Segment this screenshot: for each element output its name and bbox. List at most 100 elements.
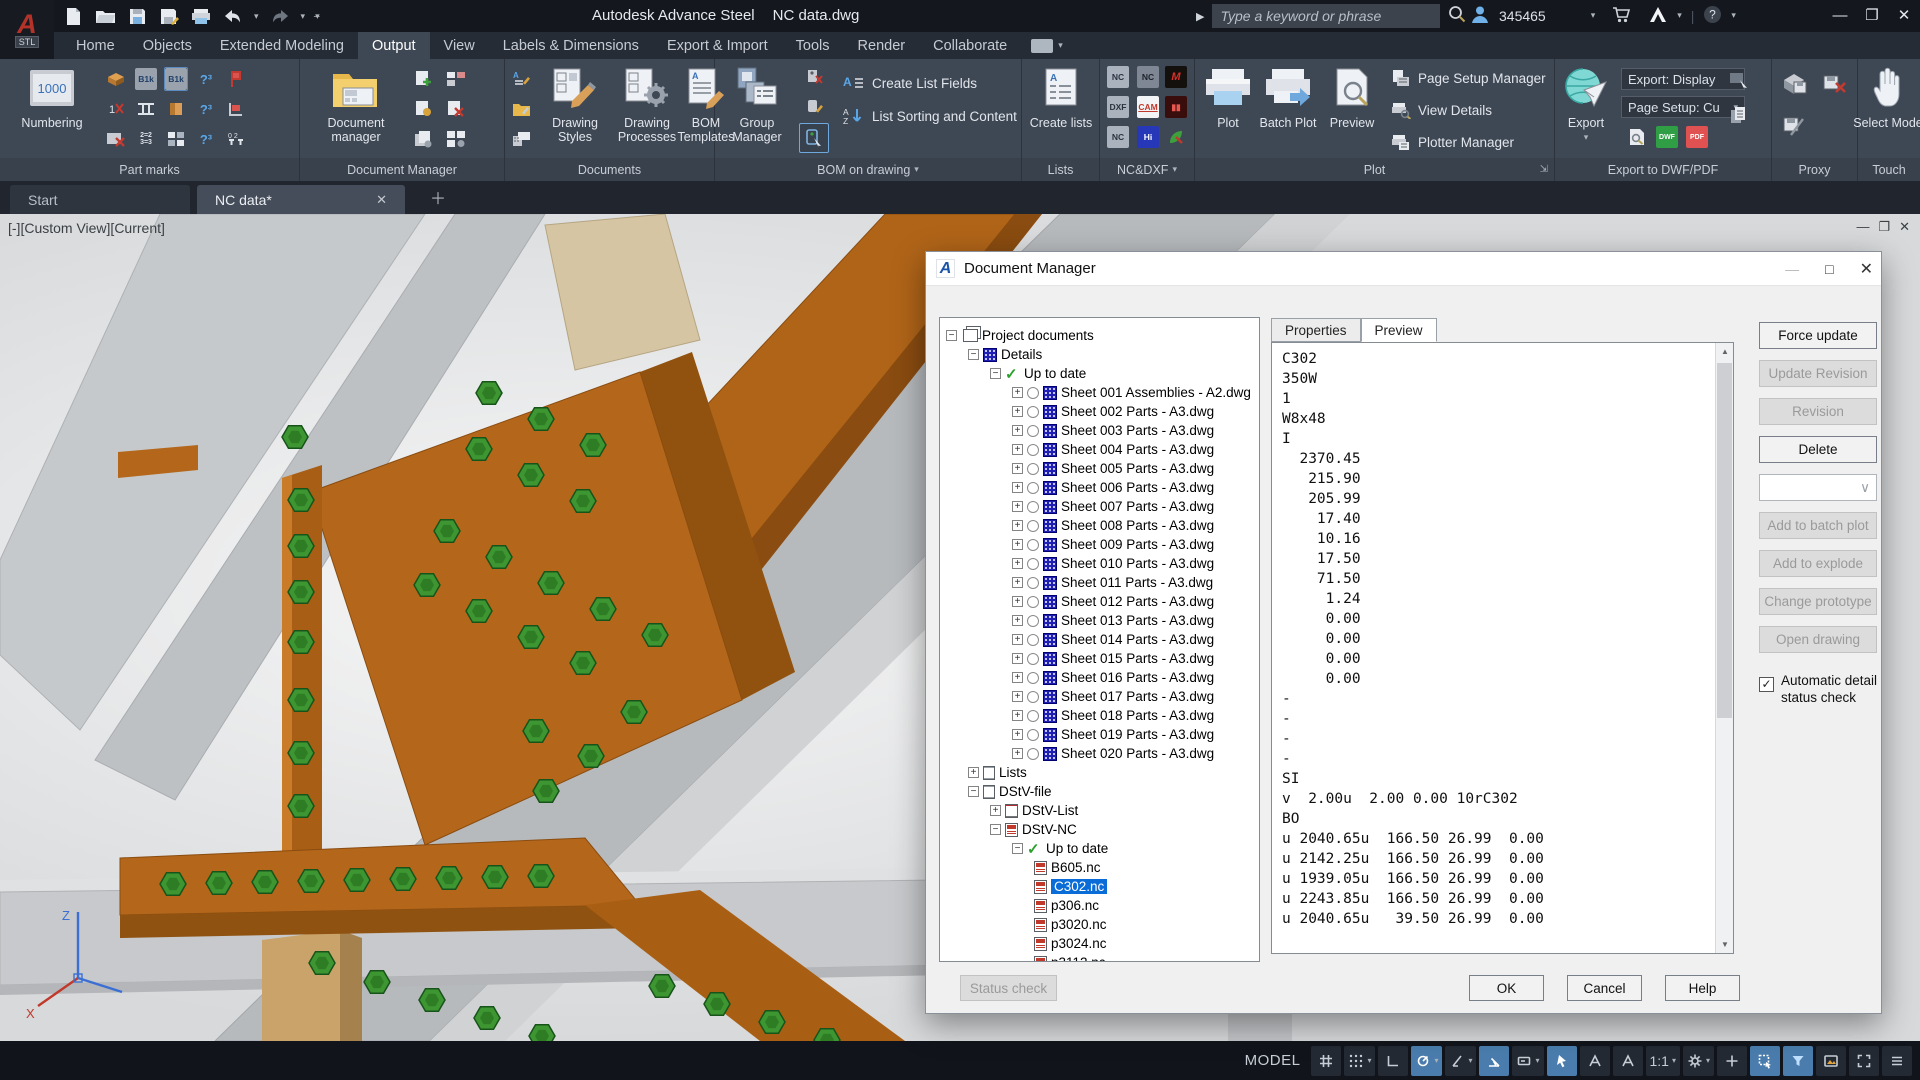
tree-item[interactable]: + DStV-List [940, 801, 1259, 820]
proxy-delete-icon[interactable] [1820, 69, 1850, 99]
new-file-icon[interactable] [62, 5, 84, 27]
tree-item-label[interactable]: B605.nc [1051, 860, 1101, 875]
tree-item-label[interactable]: Sheet 015 Parts - A3.dwg [1061, 651, 1214, 666]
tree-item[interactable]: +Sheet 017 Parts - A3.dwg [940, 687, 1259, 706]
app-store-cart-icon[interactable] [1612, 6, 1631, 26]
tab-preview[interactable]: Preview [1361, 318, 1437, 342]
tree-expander-icon[interactable]: + [1012, 425, 1023, 436]
tekla-export-icon[interactable]: ▮▮ [1164, 95, 1188, 119]
tree-item[interactable]: +Sheet 005 Parts - A3.dwg [940, 459, 1259, 478]
tree-item-label[interactable]: Sheet 019 Parts - A3.dwg [1061, 727, 1214, 742]
tree-item-label[interactable]: DStV-List [1022, 803, 1078, 818]
tree-expander-icon[interactable]: + [1012, 615, 1023, 626]
ribbon-display-toggle[interactable]: ▾ [1021, 32, 1063, 59]
new-tab-button[interactable]: ＋ [430, 185, 446, 209]
restore-button[interactable]: ❐ [1856, 0, 1888, 30]
preview-scrollbar[interactable]: ▲ ▼ [1715, 343, 1733, 953]
tree-item[interactable]: +Sheet 010 Parts - A3.dwg [940, 554, 1259, 573]
delete-document-icon[interactable] [444, 97, 468, 121]
tree-item-label[interactable]: Sheet 007 Parts - A3.dwg [1061, 499, 1214, 514]
ok-button[interactable]: OK [1469, 975, 1544, 1001]
revision-dropdown[interactable]: ∨ [1759, 474, 1877, 501]
tree-item[interactable]: −Project documents [940, 326, 1259, 345]
status-fullscreen-icon[interactable] [1849, 1046, 1879, 1076]
tree-item-label[interactable]: Sheet 008 Parts - A3.dwg [1061, 518, 1214, 533]
status-osnap-icon[interactable] [1547, 1046, 1577, 1076]
tree-expander-icon[interactable]: + [1012, 539, 1023, 550]
tree-expander-icon[interactable]: + [1012, 748, 1023, 759]
dialog-close-icon[interactable]: ✕ [1860, 259, 1873, 279]
export-button[interactable]: Export ▾ [1555, 63, 1617, 144]
ribbon-tab-objects[interactable]: Objects [129, 32, 206, 59]
status-settings-icon[interactable]: ▾ [1683, 1046, 1714, 1076]
tree-item-label[interactable]: Up to date [1046, 841, 1108, 856]
status-scale[interactable]: 1:1▾ [1646, 1046, 1680, 1076]
save-icon[interactable] [126, 5, 148, 27]
tree-item-label[interactable]: Project documents [982, 328, 1094, 343]
tree-expander-icon[interactable]: + [1012, 634, 1023, 645]
redo-caret-icon[interactable]: ▾ [301, 11, 306, 22]
tree-item[interactable]: +Sheet 018 Parts - A3.dwg [940, 706, 1259, 725]
ribbon-tab-collaborate[interactable]: Collaborate [919, 32, 1021, 59]
tree-item-label[interactable]: p3024.nc [1051, 936, 1107, 951]
tree-expander-icon[interactable]: + [990, 805, 1001, 816]
export-preview-icon[interactable] [1625, 125, 1649, 149]
status-model[interactable]: MODEL [1241, 1046, 1309, 1076]
proxy-save-icon[interactable] [1780, 69, 1810, 99]
plotter-manager-item[interactable]: Plotter Manager [1391, 133, 1514, 151]
tree-item[interactable]: −DStV-NC [940, 820, 1259, 839]
dialog-title-bar[interactable]: A Document Manager [926, 252, 1881, 286]
tree-item[interactable]: +Sheet 011 Parts - A3.dwg [940, 573, 1259, 592]
tree-item-label[interactable]: Lists [999, 765, 1027, 780]
cam-export-icon[interactable]: CAM [1136, 95, 1160, 119]
dwf-export-icon[interactable]: DWF [1655, 125, 1679, 149]
document-tree[interactable]: −Project documents−Details−✓Up to date+S… [939, 317, 1260, 962]
tree-item-label[interactable]: Sheet 005 Parts - A3.dwg [1061, 461, 1214, 476]
scrollbar-thumb[interactable] [1717, 363, 1732, 718]
dxf-files-icon[interactable]: DXF [1106, 95, 1130, 119]
plot-dialog-launcher-icon[interactable]: ⇲ [1540, 164, 1548, 175]
update-revision-button[interactable]: Update Revision [1759, 360, 1877, 387]
tree-item[interactable]: −✓Up to date [940, 364, 1259, 383]
tree-item-label[interactable]: Sheet 020 Parts - A3.dwg [1061, 746, 1214, 761]
status-isoplane-icon[interactable]: ▾ [1445, 1046, 1476, 1076]
user-avatar-icon[interactable] [1470, 4, 1490, 27]
viewport-close-icon[interactable]: ✕ [1899, 219, 1910, 235]
tree-expander-icon[interactable]: + [1012, 482, 1023, 493]
delete-button[interactable]: Delete [1759, 436, 1877, 463]
tree-expander-icon[interactable]: + [1012, 520, 1023, 531]
tree-item-label[interactable]: Sheet 001 Assemblies - A2.dwg [1061, 385, 1251, 400]
document-settings-icon[interactable] [412, 97, 436, 121]
status-grid-icon[interactable] [1311, 1046, 1341, 1076]
minimize-button[interactable]: — [1824, 0, 1856, 30]
tree-expander-icon[interactable]: + [1012, 577, 1023, 588]
flag-red-icon[interactable] [224, 67, 248, 91]
view-details-item[interactable]: View Details [1391, 101, 1492, 119]
status-angle-icon[interactable] [1479, 1046, 1509, 1076]
export-copy-icon[interactable] [1727, 103, 1751, 127]
tree-item-label[interactable]: Sheet 004 Parts - A3.dwg [1061, 442, 1214, 457]
ribbon-tab-labels-dimensions[interactable]: Labels & Dimensions [489, 32, 653, 59]
tree-item[interactable]: +Sheet 012 Parts - A3.dwg [940, 592, 1259, 611]
numbering-button[interactable]: 1000 Numbering [14, 63, 90, 130]
tree-item[interactable]: B605.nc [940, 858, 1259, 877]
tab-start[interactable]: Start [10, 185, 190, 214]
folder-pencil-icon[interactable] [509, 97, 533, 121]
remove-all-numbers-icon[interactable] [104, 127, 128, 151]
search-expand-icon[interactable]: ▶ [1196, 10, 1204, 23]
pages-grid-icon[interactable] [164, 127, 188, 151]
autodesk-logo-icon[interactable] [1648, 6, 1668, 26]
tree-expander-icon[interactable]: + [1012, 710, 1023, 721]
tree-item-label[interactable]: p3020.nc [1051, 917, 1107, 932]
nc-wizard-icon[interactable]: NC [1136, 65, 1160, 89]
status-plus-icon[interactable] [1717, 1046, 1747, 1076]
open-folder-icon[interactable] [94, 5, 116, 27]
help-icon[interactable]: ? [1703, 5, 1722, 27]
tree-item[interactable]: p3020.nc [940, 915, 1259, 934]
change-prototype-button[interactable]: Change prototype [1759, 588, 1877, 615]
equal-parts-icon[interactable]: 2=23=3 [134, 127, 158, 151]
documents-process-icon[interactable] [412, 127, 436, 151]
revision-button[interactable]: Revision [1759, 398, 1877, 425]
tree-item[interactable]: p306.nc [940, 896, 1259, 915]
corner-mark-icon[interactable] [224, 97, 248, 121]
